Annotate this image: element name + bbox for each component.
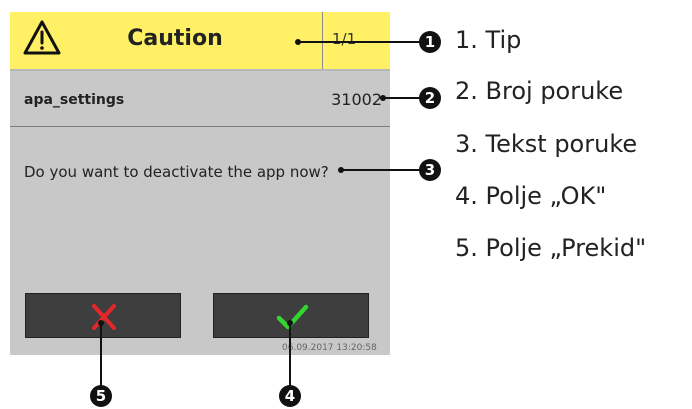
legend-item-3: 3. Tekst poruke [455,130,638,158]
legend-item-1: 1. Tip [455,26,522,54]
callout-1: 1 [419,31,441,53]
callout-3: 3 [419,159,441,181]
callout-5: 5 [90,385,112,407]
callout-2: 2 [419,87,441,109]
legend-item-5: 5. Polje „Prekid" [455,234,647,262]
legend-item-4: 4. Polje „OK" [455,182,607,210]
callout-4: 4 [279,385,301,407]
legend-item-2: 2. Broj poruke [455,77,624,105]
